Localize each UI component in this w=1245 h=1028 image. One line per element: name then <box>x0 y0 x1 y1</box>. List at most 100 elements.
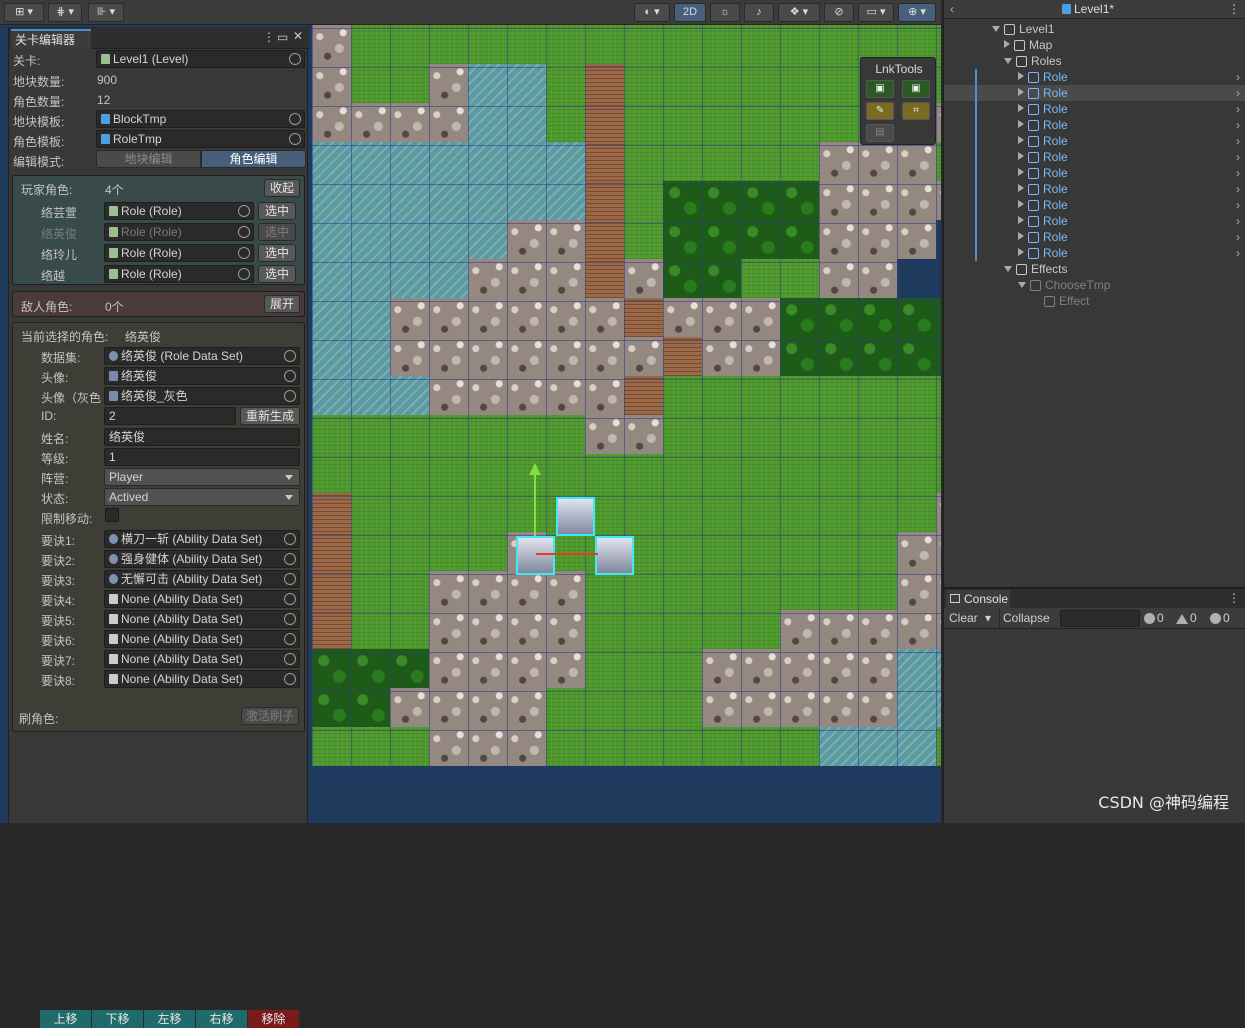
map-tile[interactable] <box>741 220 780 259</box>
map-tile[interactable] <box>936 181 941 220</box>
map-tile[interactable] <box>936 649 941 688</box>
map-tile[interactable] <box>663 415 702 454</box>
map-tile[interactable] <box>351 103 390 142</box>
map-tile[interactable] <box>780 25 819 64</box>
map-tile[interactable] <box>936 688 941 727</box>
map-tile[interactable] <box>351 727 390 766</box>
hier-item-role[interactable]: › Role <box>944 165 1245 181</box>
move-gizmo-x-axis[interactable] <box>536 553 598 555</box>
map-tile[interactable] <box>780 532 819 571</box>
skill-field[interactable]: None (Ability Data Set) <box>104 590 300 608</box>
hier-item-effect[interactable]: Effect <box>944 293 1245 309</box>
map-tile[interactable] <box>702 337 741 376</box>
map-tile[interactable] <box>546 259 585 298</box>
map-tile[interactable] <box>312 298 351 337</box>
move-gizmo-arrow-icon[interactable] <box>529 463 541 475</box>
map-tile[interactable] <box>858 688 897 727</box>
collapse-arrow-icon[interactable] <box>1018 168 1024 176</box>
map-tile[interactable] <box>819 493 858 532</box>
map-tile[interactable] <box>702 493 741 532</box>
map-tile[interactable] <box>585 25 624 64</box>
map-tile[interactable] <box>936 454 941 493</box>
hier-item-role[interactable]: › Role <box>944 229 1245 245</box>
select-button[interactable]: 选中 <box>258 244 296 262</box>
map-tile[interactable] <box>546 142 585 181</box>
map-tile[interactable] <box>507 493 546 532</box>
clear-button[interactable]: Clear <box>946 608 981 629</box>
dataset-field[interactable]: 络英俊 (Role Data Set) <box>104 347 300 365</box>
map-tile[interactable] <box>390 181 429 220</box>
map-tile[interactable] <box>897 298 936 337</box>
map-tile[interactable] <box>780 220 819 259</box>
map-tile[interactable] <box>390 727 429 766</box>
map-tile[interactable] <box>312 610 351 649</box>
map-tile[interactable] <box>585 181 624 220</box>
map-tile[interactable] <box>312 493 351 532</box>
audio-icon[interactable]: ♪ <box>744 3 774 22</box>
map-tile[interactable] <box>780 142 819 181</box>
map-tile[interactable] <box>351 337 390 376</box>
map-tile[interactable] <box>312 142 351 181</box>
map-tile[interactable] <box>390 298 429 337</box>
map-tile[interactable] <box>741 259 780 298</box>
map-tile[interactable] <box>702 610 741 649</box>
map-tile[interactable] <box>663 298 702 337</box>
map-tile[interactable] <box>585 415 624 454</box>
map-tile[interactable] <box>429 727 468 766</box>
hier-item-role[interactable]: › Role <box>944 181 1245 197</box>
map-tile[interactable] <box>780 298 819 337</box>
hier-item-role[interactable]: › Role <box>944 197 1245 213</box>
map-tile[interactable] <box>624 415 663 454</box>
map-tile[interactable] <box>312 337 351 376</box>
map-tile[interactable] <box>897 220 936 259</box>
map-tile[interactable] <box>468 415 507 454</box>
map-tile[interactable] <box>663 727 702 766</box>
role-sprite[interactable] <box>595 536 634 575</box>
map-tile[interactable] <box>546 571 585 610</box>
select-button[interactable]: 选中 <box>258 265 296 283</box>
tile-map[interactable] <box>312 25 941 770</box>
map-tile[interactable] <box>546 688 585 727</box>
map-tile[interactable] <box>546 454 585 493</box>
map-tile[interactable] <box>624 727 663 766</box>
map-tile[interactable] <box>624 142 663 181</box>
console-search-input[interactable] <box>1060 610 1140 627</box>
map-tile[interactable] <box>468 142 507 181</box>
map-tile[interactable] <box>936 337 941 376</box>
map-tile[interactable] <box>702 220 741 259</box>
map-tile[interactable] <box>780 337 819 376</box>
lighting-icon[interactable]: ☼ <box>710 3 740 22</box>
map-tile[interactable] <box>780 727 819 766</box>
map-tile[interactable] <box>897 415 936 454</box>
chevron-right-icon[interactable]: › <box>1236 133 1240 149</box>
collapse-arrow-icon[interactable] <box>1018 200 1024 208</box>
map-tile[interactable] <box>936 493 941 532</box>
avatar-field[interactable]: 络英俊 <box>104 367 300 385</box>
map-tile[interactable] <box>624 181 663 220</box>
map-tile[interactable] <box>780 103 819 142</box>
chevron-right-icon[interactable]: › <box>1236 245 1240 261</box>
map-tile[interactable] <box>897 571 936 610</box>
map-tile[interactable] <box>741 142 780 181</box>
map-tile[interactable] <box>663 649 702 688</box>
skill-field[interactable]: 无懈可击 (Ability Data Set) <box>104 570 300 588</box>
select-button[interactable]: 选中 <box>258 202 296 220</box>
map-tile[interactable] <box>741 103 780 142</box>
map-tile[interactable] <box>858 610 897 649</box>
map-tile[interactable] <box>702 415 741 454</box>
map-tile[interactable] <box>585 649 624 688</box>
map-tile[interactable] <box>312 415 351 454</box>
object-picker-icon[interactable] <box>289 133 301 145</box>
map-tile[interactable] <box>468 376 507 415</box>
expand-arrow-icon[interactable] <box>1004 58 1012 64</box>
map-tile[interactable] <box>351 220 390 259</box>
map-tile[interactable] <box>507 415 546 454</box>
map-tile[interactable] <box>429 181 468 220</box>
hier-item-choosetmp[interactable]: ChooseTmp <box>944 277 1245 293</box>
map-tile[interactable] <box>468 220 507 259</box>
chevron-right-icon[interactable]: › <box>1236 165 1240 181</box>
map-tile[interactable] <box>624 298 663 337</box>
map-tile[interactable] <box>858 142 897 181</box>
map-tile[interactable] <box>507 181 546 220</box>
map-tile[interactable] <box>780 454 819 493</box>
